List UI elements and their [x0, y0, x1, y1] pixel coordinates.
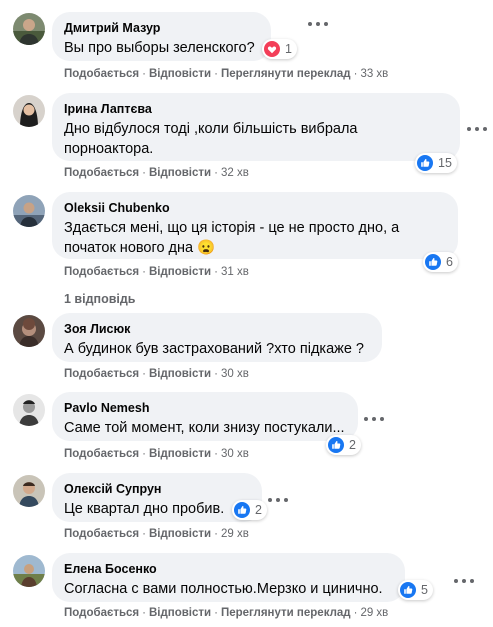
like-button[interactable]: Подобається: [64, 266, 139, 278]
reply-button[interactable]: Відповісти: [149, 607, 211, 619]
comment-actions: Подобається · Відповісти · Переглянути перек…: [64, 607, 389, 619]
comment-author[interactable]: Oleksii Chubenko: [64, 200, 446, 216]
comment-actions: Подобається · Відповісти · 30 хв: [64, 368, 249, 380]
reaction-count: 2: [349, 438, 356, 452]
comment-author[interactable]: Олексій Супрун: [64, 481, 250, 497]
comment-author[interactable]: Зоя Лисюк: [64, 321, 370, 337]
comment-text: Согласна с вами полностью.Мерзко и цинич…: [64, 581, 383, 597]
view-replies-link[interactable]: 1 відповідь: [64, 291, 135, 307]
reaction-summary[interactable]: 15: [415, 153, 457, 173]
more-options-icon[interactable]: [306, 17, 330, 31]
comment-author[interactable]: Ірина Лаптєва: [64, 101, 448, 117]
comment-text: Вы про выборы зеленского?: [64, 40, 255, 56]
comment-timestamp[interactable]: 30 хв: [221, 448, 249, 460]
avatar[interactable]: [13, 95, 45, 127]
comment-timestamp[interactable]: 29 хв: [360, 607, 388, 619]
comment-timestamp[interactable]: 29 хв: [221, 528, 249, 540]
more-options-icon[interactable]: [452, 574, 476, 588]
reaction-summary[interactable]: 6: [423, 252, 458, 272]
reaction-summary[interactable]: 1: [262, 39, 297, 59]
like-button[interactable]: Подобається: [64, 167, 139, 179]
reaction-count: 1: [285, 42, 292, 56]
like-button[interactable]: Подобається: [64, 368, 139, 380]
avatar[interactable]: [13, 13, 45, 45]
comment-bubble: Дмитрий Мазур Вы про выборы зеленского?: [52, 12, 271, 61]
comment-timestamp[interactable]: 30 хв: [221, 368, 249, 380]
reply-button[interactable]: Відповісти: [149, 528, 211, 540]
like-icon: [234, 502, 250, 518]
comment-bubble: Зоя Лисюк А будинок був застрахований ?х…: [52, 313, 382, 362]
like-button[interactable]: Подобається: [64, 448, 139, 460]
reaction-summary[interactable]: 5: [398, 580, 433, 600]
reaction-count: 2: [255, 503, 262, 517]
avatar[interactable]: [13, 315, 45, 347]
reply-button[interactable]: Відповісти: [149, 167, 211, 179]
like-icon: [328, 437, 344, 453]
reaction-summary[interactable]: 2: [326, 435, 361, 455]
comment-timestamp[interactable]: 33 хв: [360, 68, 388, 80]
comment-bubble: Oleksii Chubenko Здається мені, що ця іс…: [52, 192, 458, 259]
comment-text: Саме той момент, коли знизу постукали...: [64, 420, 345, 436]
comment-timestamp[interactable]: 32 хв: [221, 167, 249, 179]
like-icon: [400, 582, 416, 598]
like-button[interactable]: Подобається: [64, 68, 139, 80]
comment-actions: Подобається · Відповісти · 30 хв: [64, 448, 249, 460]
comment-author[interactable]: Елена Босенко: [64, 561, 393, 577]
comment-bubble: Елена Босенко Согласна с вами полностью.…: [52, 553, 405, 602]
reaction-count: 5: [421, 583, 428, 597]
comment-timestamp[interactable]: 31 хв: [221, 266, 249, 278]
see-translation-link[interactable]: Переглянути переклад: [221, 607, 351, 619]
comment-actions: Подобається · Відповісти · 31 хв: [64, 266, 249, 278]
comment-text: А будинок був застрахований ?хто підкаже…: [64, 341, 364, 357]
comment-bubble: Ірина Лаптєва Дно відбулося тоді ,коли б…: [52, 93, 460, 161]
comment-bubble: Pavlo Nemesh Саме той момент, коли знизу…: [52, 392, 358, 441]
comment-text: Дно відбулося тоді ,коли більшість вибра…: [64, 121, 358, 157]
reaction-summary[interactable]: 2: [232, 500, 267, 520]
more-options-icon[interactable]: [266, 493, 290, 507]
reply-button[interactable]: Відповісти: [149, 448, 211, 460]
comment-actions: Подобається · Відповісти · 32 хв: [64, 167, 249, 179]
more-options-icon[interactable]: [465, 122, 489, 136]
avatar[interactable]: [13, 195, 45, 227]
more-options-icon[interactable]: [362, 412, 386, 426]
comment-text: Це квартал дно пробив.: [64, 501, 225, 517]
reaction-count: 6: [446, 255, 453, 269]
worried-face-icon: 😦: [197, 240, 216, 256]
heart-icon: [264, 41, 280, 57]
comment-actions: Подобається · Відповісти · 29 хв: [64, 528, 249, 540]
like-button[interactable]: Подобається: [64, 607, 139, 619]
reply-button[interactable]: Відповісти: [149, 368, 211, 380]
comment-text: Здається мені, що ця історія - це не про…: [64, 220, 400, 256]
like-icon: [425, 254, 441, 270]
avatar[interactable]: [13, 555, 45, 587]
avatar[interactable]: [13, 475, 45, 507]
like-button[interactable]: Подобається: [64, 528, 139, 540]
see-translation-link[interactable]: Переглянути переклад: [221, 68, 351, 80]
reply-button[interactable]: Відповісти: [149, 68, 211, 80]
like-icon: [417, 155, 433, 171]
comment-author[interactable]: Pavlo Nemesh: [64, 400, 346, 416]
comment-bubble: Олексій Супрун Це квартал дно пробив.: [52, 473, 262, 522]
comment-author[interactable]: Дмитрий Мазур: [64, 20, 259, 36]
reaction-count: 15: [438, 156, 452, 170]
avatar[interactable]: [13, 394, 45, 426]
comment-actions: Подобається · Відповісти · Переглянути перек…: [64, 68, 389, 80]
reply-button[interactable]: Відповісти: [149, 266, 211, 278]
